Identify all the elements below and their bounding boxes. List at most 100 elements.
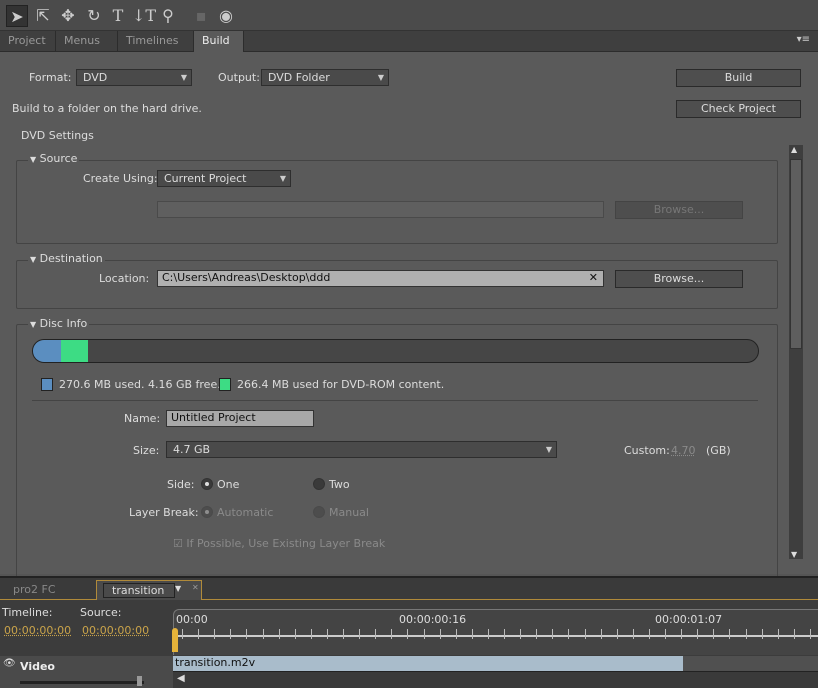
eye-icon[interactable]: 👁: [3, 658, 16, 669]
ruler-tick: [568, 629, 570, 639]
disclosure-triangle-icon: ▼: [30, 155, 37, 164]
direct-select-tool-icon[interactable]: ⇱: [32, 5, 54, 27]
tab-transition[interactable]: transition ▼ ✕: [96, 580, 202, 600]
output-value: DVD Folder: [268, 71, 330, 84]
panel-menu-icon[interactable]: ▾≡: [797, 34, 810, 45]
create-using-dropdown[interactable]: Current Project ▼: [157, 170, 291, 187]
scroll-left-icon[interactable]: ◀: [177, 673, 185, 684]
slider-handle[interactable]: [137, 676, 142, 686]
side-two-label: Two: [329, 478, 350, 491]
ruler-tick: [584, 629, 586, 639]
time-ruler[interactable]: 00:00 00:00:00:16 00:00:01:07: [172, 609, 818, 655]
build-description: Build to a folder on the hard drive.: [12, 102, 202, 115]
scroll-down-icon[interactable]: ▼: [791, 550, 797, 559]
chevron-down-icon: ▼: [180, 73, 187, 82]
name-input[interactable]: Untitled Project: [166, 410, 314, 427]
move-tool-icon[interactable]: ✥: [57, 5, 79, 27]
build-button[interactable]: Build: [676, 69, 801, 87]
ruler-tick: [520, 629, 522, 639]
ruler-tick: [182, 629, 183, 639]
source-browse-button: Browse...: [615, 201, 743, 219]
dvdrom-text: 266.4 MB used for DVD-ROM content.: [237, 378, 445, 391]
side-one-radio[interactable]: [201, 478, 213, 490]
create-using-value: Current Project: [164, 172, 247, 185]
playhead[interactable]: [172, 628, 178, 652]
ruler-tick: [793, 629, 795, 639]
disc-info-title[interactable]: ▼ Disc Info: [28, 317, 90, 330]
scrollbar-thumb[interactable]: [790, 159, 802, 349]
close-icon[interactable]: ✕: [192, 583, 199, 592]
create-using-label: Create Using:: [83, 172, 158, 185]
ruler-tick: [246, 629, 248, 639]
clip-transition-m2v[interactable]: transition.m2v: [173, 656, 683, 671]
tab-build[interactable]: Build ✕: [194, 31, 244, 67]
custom-label: Custom:: [624, 444, 670, 457]
preview-disc-icon[interactable]: ◉: [215, 5, 237, 27]
location-label: Location:: [99, 272, 150, 285]
tab-pro2-fc[interactable]: pro2 FC: [13, 583, 56, 596]
ruler-tick: [487, 629, 489, 639]
used-legend-swatch: [41, 378, 53, 391]
vertical-text-tool-icon[interactable]: ↓T: [132, 5, 156, 27]
format-label: Format:: [29, 71, 72, 84]
timeline-timecode[interactable]: 00:00:00:00: [4, 624, 71, 637]
zoom-tool-icon[interactable]: ⚲: [157, 5, 179, 27]
track-header: 👁 Video: [0, 656, 173, 688]
format-dropdown[interactable]: DVD ▼: [76, 69, 192, 86]
ruler-tick: [777, 629, 779, 639]
output-dropdown[interactable]: DVD Folder ▼: [261, 69, 389, 86]
timeline-panel: pro2 FC transition ▼ ✕ Timeline: Source:…: [0, 576, 818, 688]
ruler-tick: [471, 629, 473, 639]
tab-project[interactable]: Project: [0, 31, 56, 52]
ruler-tick: [745, 629, 747, 639]
scroll-up-icon[interactable]: ▲: [791, 145, 797, 154]
ruler-tick: [761, 629, 763, 639]
ruler-tick: [294, 629, 296, 639]
ruler-label: 00:00:00:16: [399, 613, 467, 626]
text-tool-icon[interactable]: T: [107, 5, 129, 27]
scrollbar[interactable]: ▲ ▼: [789, 145, 803, 559]
ruler-tick: [616, 629, 618, 639]
location-input[interactable]: C:\Users\Andreas\Desktop\ddd ✕: [157, 270, 604, 287]
tab-menus[interactable]: Menus: [56, 31, 118, 52]
source-timecode[interactable]: 00:00:00:00: [82, 624, 149, 637]
ruler-tick: [648, 629, 650, 639]
disc-usage-bar: [32, 339, 759, 363]
custom-size-input: 4.70: [671, 444, 696, 457]
ruler-ticks: [174, 629, 818, 643]
source-title[interactable]: ▼ Source: [28, 152, 80, 165]
ruler-tick: [681, 629, 683, 639]
ruler-tick: [326, 629, 328, 639]
selection-tool-icon[interactable]: ➤: [6, 5, 28, 27]
rotate-tool-icon[interactable]: ↻: [83, 5, 105, 27]
clip-label: transition.m2v: [175, 656, 256, 669]
ruler-label: 00:00:01:07: [655, 613, 723, 626]
photoshop-tool-icon[interactable]: ▪: [190, 5, 212, 27]
used-text: 270.6 MB used. 4.16 GB free.: [59, 378, 221, 391]
source-title-text: Source: [39, 152, 78, 165]
layer-manual-radio: [313, 506, 325, 518]
horizontal-scrollbar[interactable]: ◀: [173, 671, 818, 688]
destination-browse-button[interactable]: Browse...: [615, 270, 743, 288]
size-dropdown[interactable]: 4.7 GB ▼: [166, 441, 557, 458]
ruler-tick: [504, 629, 505, 639]
dvd-settings-title: DVD Settings: [21, 129, 94, 142]
dvdrom-legend-swatch: [219, 378, 231, 391]
existing-break-checkbox: ☑ If Possible, Use Existing Layer Break: [173, 537, 385, 550]
disc-dvdrom-segment: [61, 340, 88, 362]
destination-title[interactable]: ▼ Destination: [28, 252, 105, 265]
track-height-slider[interactable]: [20, 681, 144, 684]
tab-timelines[interactable]: Timelines: [118, 31, 194, 52]
format-value: DVD: [83, 71, 108, 84]
check-project-button[interactable]: Check Project: [676, 100, 801, 118]
checkbox-checked-icon: ☑: [173, 537, 183, 550]
size-label: Size:: [133, 444, 160, 457]
chevron-down-icon[interactable]: ▼: [175, 584, 181, 593]
side-two-radio[interactable]: [313, 478, 325, 490]
clear-icon[interactable]: ✕: [589, 271, 598, 285]
ruler-tick: [262, 629, 264, 639]
ruler-tick: [230, 629, 232, 639]
ruler-tick: [665, 629, 666, 639]
disclosure-triangle-icon: ▼: [30, 255, 37, 264]
existing-break-label: If Possible, Use Existing Layer Break: [186, 537, 386, 550]
